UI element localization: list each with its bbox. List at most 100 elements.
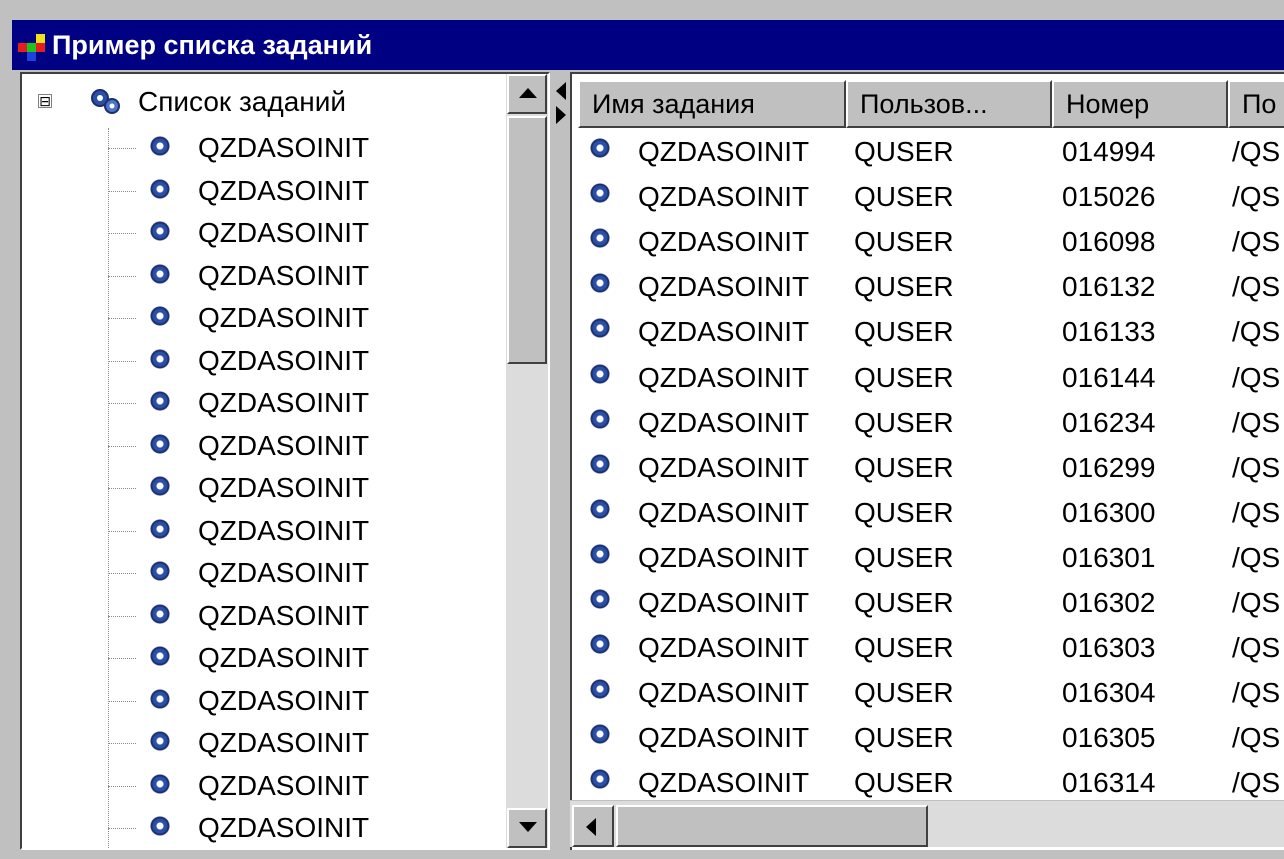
table-row[interactable]: QZDASOINIT QUSER 015026/QS — [572, 175, 1284, 220]
job-icon — [150, 433, 170, 454]
table-row[interactable]: QZDASOINIT QUSER 016300/QS — [572, 491, 1284, 536]
vertical-scroll-thumb[interactable] — [507, 116, 547, 364]
table-row[interactable]: QZDASOINIT QUSER 016305/QS — [572, 716, 1284, 761]
tree-connector — [108, 785, 136, 787]
cell-job-name: QZDASOINIT — [638, 587, 810, 618]
tree-item[interactable]: QZDASOINIT — [22, 213, 506, 255]
cell-user: QUSER — [854, 677, 954, 709]
job-icon — [150, 476, 170, 496]
tree-connector — [108, 530, 136, 532]
table-row[interactable]: QZDASOINIT QUSER 016144/QS — [572, 356, 1284, 401]
table-row[interactable]: QZDASOINIT QUSER 016304/QS — [572, 671, 1284, 716]
tree-item[interactable]: QZDASOINIT — [22, 723, 506, 765]
tree-item[interactable]: QZDASOINIT — [22, 596, 506, 638]
cell-truncated: /QS — [1232, 316, 1281, 348]
arrow-left-icon — [586, 818, 596, 836]
column-header-job-name[interactable]: Имя задания — [578, 80, 846, 128]
cell-number: 016300 — [1062, 496, 1156, 528]
tree-item[interactable]: QZDASOINIT — [22, 341, 506, 383]
vertical-scrollbar[interactable] — [506, 74, 548, 848]
title-bar[interactable]: Пример списка заданий — [12, 20, 1284, 70]
job-icon — [150, 221, 170, 241]
tree-item[interactable]: QZDASOINIT — [22, 766, 506, 808]
cell-user: QUSER — [854, 181, 954, 213]
scroll-up-button[interactable] — [507, 74, 547, 114]
arrow-down-icon — [519, 822, 537, 832]
job-icon — [590, 408, 610, 429]
app-icon — [16, 29, 48, 61]
tree-item[interactable]: QZDASOINIT — [22, 511, 506, 553]
job-icon — [590, 453, 610, 474]
table-row[interactable]: QZDASOINIT QUSER 016133/QS — [572, 310, 1284, 355]
tree-root[interactable]: ⊟ Список заданий — [22, 86, 506, 120]
scroll-down-button[interactable] — [507, 808, 547, 848]
tree-item[interactable]: QZDASOINIT — [22, 383, 506, 425]
tree-connector — [108, 445, 136, 447]
gears-icon — [91, 89, 120, 114]
cell-user: QUSER — [854, 767, 954, 799]
pane-splitter[interactable] — [550, 72, 568, 850]
tree-root-label: Список заданий — [138, 86, 347, 117]
cell-user: QUSER — [854, 271, 954, 303]
tree-connector — [108, 658, 136, 659]
cell-job-name: QZDASOINIT — [638, 406, 810, 438]
cell-truncated: /QS — [1232, 496, 1281, 528]
tree-item[interactable]: QZDASOINIT — [22, 256, 506, 298]
tree-connector — [108, 488, 136, 489]
tree-item[interactable]: QZDASOINIT — [22, 128, 506, 170]
tree-item-label: QZDASOINIT — [198, 642, 370, 673]
cell-number: 016144 — [1062, 361, 1156, 393]
tree-item-label: QZDASOINIT — [198, 259, 370, 291]
job-icon — [590, 769, 610, 790]
tree-item[interactable]: QZDASOINIT — [22, 298, 506, 340]
table-row[interactable]: QZDASOINIT QUSER 016098/QS — [572, 220, 1284, 265]
tree-item[interactable]: QZDASOINIT — [22, 638, 506, 680]
table-row[interactable]: QZDASOINIT QUSER 016299/QS — [572, 446, 1284, 491]
tree-connector — [108, 615, 136, 617]
cell-truncated: /QS — [1232, 181, 1281, 213]
table-row[interactable]: QZDASOINIT QUSER 016234/QS — [572, 401, 1284, 446]
cell-number: 016305 — [1062, 722, 1156, 754]
collapse-right-icon[interactable] — [556, 106, 566, 124]
column-header-truncated[interactable]: По — [1228, 80, 1284, 128]
table-row[interactable]: QZDASOINIT QUSER 014994/QS — [572, 130, 1284, 175]
collapse-icon[interactable]: ⊟ — [38, 94, 52, 108]
cell-truncated: /QS — [1232, 587, 1281, 618]
cell-user: QUSER — [854, 226, 954, 258]
cell-truncated: /QS — [1232, 451, 1281, 483]
table-row[interactable]: QZDASOINIT QUSER 016301/QS — [572, 536, 1284, 581]
cell-truncated: /QS — [1232, 677, 1281, 709]
job-icon — [150, 178, 170, 199]
column-header-number[interactable]: Номер — [1052, 80, 1228, 128]
job-icon — [590, 589, 610, 609]
tree-item[interactable]: QZDASOINIT — [22, 808, 506, 848]
job-icon — [590, 679, 610, 700]
cell-number: 014994 — [1062, 136, 1156, 167]
tree-item[interactable]: QZDASOINIT — [22, 553, 506, 595]
tree-item[interactable]: QZDASOINIT — [22, 171, 506, 213]
horizontal-scrollbar[interactable] — [570, 800, 1284, 847]
job-icon — [590, 228, 610, 249]
cell-job-name: QZDASOINIT — [638, 451, 810, 483]
tree-item[interactable]: QZDASOINIT — [22, 468, 506, 510]
column-header-user[interactable]: Пользов... — [846, 80, 1052, 128]
tree-item[interactable]: QZDASOINIT — [22, 426, 506, 468]
tree-item-label: QZDASOINIT — [198, 557, 370, 588]
cell-truncated: /QS — [1232, 632, 1281, 664]
tree-pane: ⊟ Список заданий QZDASOINIT QZDASOINIT QZD… — [20, 72, 550, 850]
cell-job-name: QZDASOINIT — [638, 496, 810, 528]
table-row[interactable]: QZDASOINIT QUSER 016132/QS — [572, 265, 1284, 310]
collapse-left-icon[interactable] — [556, 82, 566, 100]
job-icon — [150, 391, 170, 411]
tree-connector — [108, 403, 136, 404]
job-icon — [590, 543, 610, 564]
horizontal-scroll-thumb[interactable] — [616, 805, 928, 847]
cell-truncated: /QS — [1232, 271, 1281, 303]
cell-truncated: /QS — [1232, 541, 1281, 573]
scroll-left-button[interactable] — [572, 805, 614, 847]
cell-user: QUSER — [854, 587, 954, 618]
table-row[interactable]: QZDASOINIT QUSER 016302/QS — [572, 581, 1284, 626]
cell-user: QUSER — [854, 316, 954, 348]
tree-item[interactable]: QZDASOINIT — [22, 681, 506, 723]
table-row[interactable]: QZDASOINIT QUSER 016303/QS — [572, 626, 1284, 671]
